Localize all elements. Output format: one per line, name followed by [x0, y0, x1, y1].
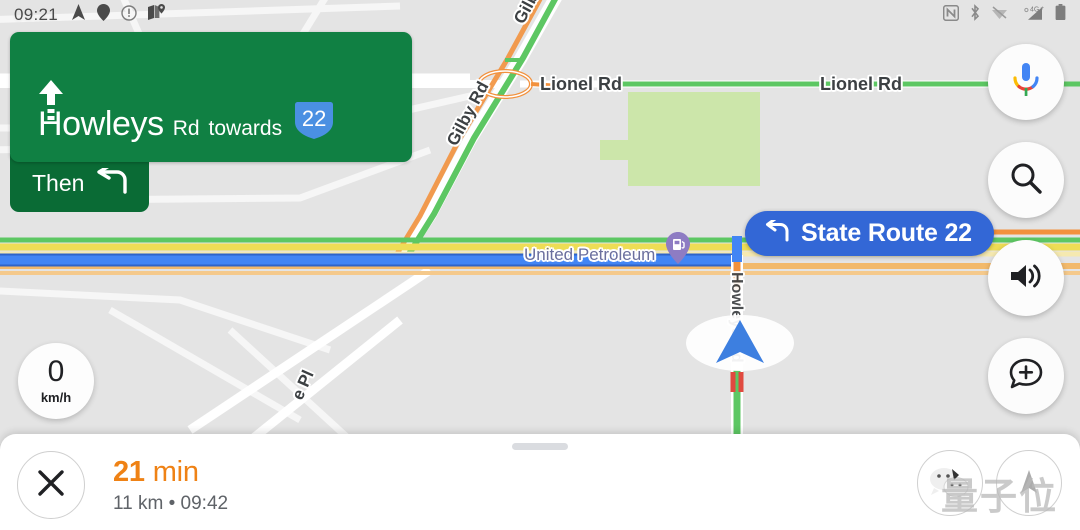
close-navigation-button[interactable] [17, 451, 85, 519]
search-icon [1009, 161, 1043, 200]
speed-unit: km/h [40, 390, 72, 405]
google-assistant-mic-button[interactable] [988, 44, 1064, 120]
speedometer[interactable]: 0 km/h [18, 343, 94, 419]
highway-shield-badge: 22 [291, 101, 337, 141]
volume-button[interactable] [988, 240, 1064, 316]
maneuver-street-type: Rd [172, 117, 200, 140]
battery-icon [1055, 4, 1066, 26]
turn-left-arrow-icon [96, 163, 129, 199]
alert-circle-icon [121, 4, 137, 26]
map-action-buttons [988, 44, 1064, 414]
maneuver-towards-label: towards [208, 117, 283, 140]
eta-duration-unit: min [152, 456, 199, 488]
status-bar: 09:21 4G + [0, 0, 1080, 30]
speed-value: 0 [47, 355, 65, 388]
add-report-button[interactable] [988, 338, 1064, 414]
eta-block: 21 min 11 km • 09:42 [113, 456, 228, 515]
then-label: Then [32, 169, 85, 196]
add-report-bubble-icon [1009, 358, 1043, 395]
navigation-screen: Gilby Rd Gilby Rd Lionel Rd Lionel Rd Ho… [0, 0, 1080, 530]
close-icon [36, 468, 66, 503]
maneuver-card: Howleys Rd towards 22 [10, 32, 412, 162]
search-button[interactable] [988, 142, 1064, 218]
bottom-sheet[interactable]: 21 min 11 km • 09:42 量子位 [0, 434, 1080, 530]
then-maneuver-panel: Then [10, 154, 150, 212]
wifi-off-icon [991, 5, 1008, 25]
sheet-drag-handle[interactable] [512, 443, 568, 450]
maneuver-street-name: Howleys [38, 105, 164, 143]
watermark: 量子位 [941, 475, 1058, 518]
signal-4g-plus-icon: 4G + [1018, 5, 1045, 26]
status-time: 09:21 [14, 5, 59, 24]
volume-icon [1009, 261, 1043, 296]
route-pill-label: State Route 22 [801, 219, 972, 247]
turn-left-arrow-icon [764, 217, 790, 247]
google-mic-icon [1010, 61, 1042, 104]
eta-duration: 21 min [113, 456, 228, 489]
poi-label-united-petroleum[interactable]: United Petroleum [524, 245, 655, 265]
maps-app-icon [148, 4, 166, 26]
eta-detail: 11 km • 09:42 [113, 493, 229, 514]
route-pill-state-route-22[interactable]: State Route 22 [745, 211, 994, 256]
eta-duration-value: 21 [113, 456, 145, 488]
highway-shield-number: 22 [301, 106, 327, 131]
bluetooth-icon [969, 4, 981, 26]
navigation-arrow-icon [71, 4, 86, 26]
nfc-icon [942, 4, 960, 26]
location-pin-icon [97, 4, 111, 26]
